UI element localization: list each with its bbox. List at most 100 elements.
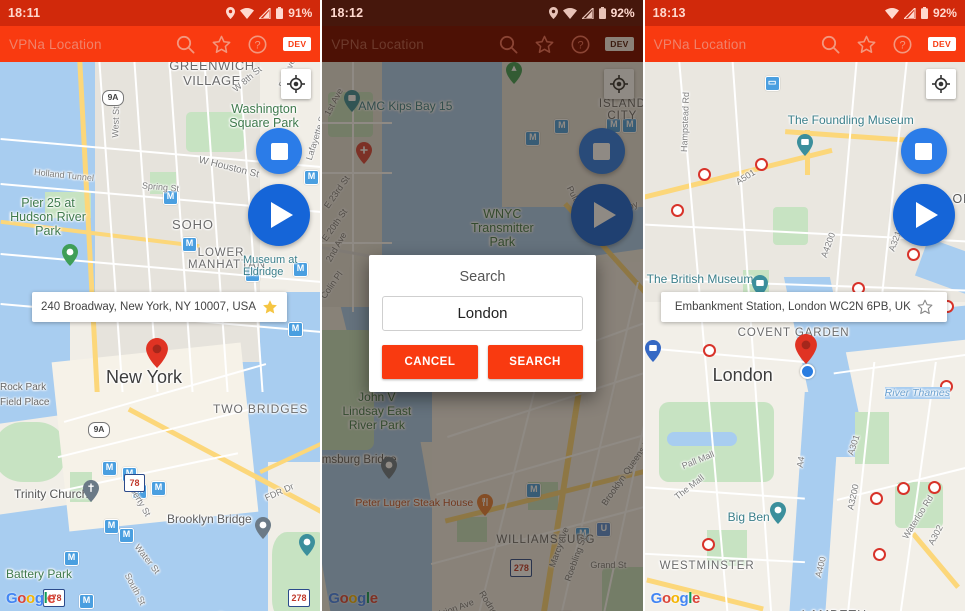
my-location-button[interactable] [281,69,312,99]
search-input[interactable] [382,296,583,331]
signal-icon [581,7,594,19]
signal-icon [903,7,916,19]
tube-station-icon [872,548,886,561]
app-bar: VPNa Location ? DEV [322,26,643,62]
panel-london: 18:13 92% VPNa Location ? DEV ▭ The Foun… [642,0,965,611]
status-time: 18:12 [330,6,364,20]
status-bar: 18:11 91% [0,0,321,26]
tube-station-icon [939,380,953,393]
location-pin-icon [548,7,558,19]
google-attribution: Google [650,590,701,607]
status-time: 18:11 [8,6,41,20]
help-icon[interactable]: ? [569,33,591,55]
star-filled-icon[interactable] [262,299,278,315]
current-location-dot [799,364,815,379]
dialog-title: Search [459,269,506,285]
church-pin-icon [83,480,99,502]
dev-badge[interactable]: DEV [282,37,312,51]
star-icon[interactable] [211,33,233,55]
dev-badge[interactable]: DEV [605,37,634,51]
subway-marker: M [102,461,117,476]
subway-marker: M [245,267,260,282]
play-button[interactable] [248,184,311,246]
status-bar: 18:13 92% [644,0,965,26]
address-text: 240 Broadway, New York, NY 10007, USA [41,301,257,313]
highway-shield: 9A [88,422,110,438]
search-icon[interactable] [497,33,519,55]
location-marker-icon [146,338,168,368]
google-attribution: Google [6,590,56,607]
subway-marker: M [288,322,303,337]
battery-percent: 91% [288,6,313,20]
highway-shield: 9A [102,90,124,106]
tube-station-icon [754,158,768,171]
search-icon[interactable] [175,33,197,55]
subway-marker: M [64,551,79,566]
map-canvas[interactable]: ▭ The Foundling Museum The British Museu… [644,62,965,611]
location-pin-icon [226,7,236,19]
help-icon[interactable]: ? [892,33,914,55]
search-icon[interactable] [820,33,842,55]
svg-text:?: ? [900,39,906,51]
help-icon[interactable]: ? [247,33,269,55]
star-outline-icon[interactable] [917,299,933,315]
wifi-icon [562,7,577,19]
address-text: Embankment Station, London WC2N 6PB, UK [674,301,911,313]
my-location-button[interactable] [925,69,956,99]
address-bar[interactable]: 240 Broadway, New York, NY 10007, USA [32,292,288,322]
battery-percent: 92% [610,6,635,20]
svg-text:?: ? [255,39,261,51]
subway-marker: M [304,170,319,185]
panel-search-dialog: 18:12 92% VPNa Location ? DEV Search Lon… [320,0,643,611]
dev-badge[interactable]: DEV [927,37,956,51]
address-bar[interactable]: Embankment Station, London WC2N 6PB, UK [660,292,947,322]
attraction-pin-icon [299,534,315,556]
star-icon[interactable] [533,33,555,55]
battery-icon [920,7,928,19]
highway-shield: 278 [288,589,310,607]
location-marker-icon [794,334,817,364]
wifi-icon [240,7,255,19]
highway-shield: 78 [124,474,145,492]
stop-icon [915,142,933,160]
battery-percent: 92% [932,6,957,20]
subway-marker: M [151,481,166,496]
signal-icon [259,7,271,19]
play-icon [915,202,938,228]
cancel-button[interactable]: CANCEL [382,345,478,379]
svg-text:?: ? [577,39,583,51]
rail-marker: ▭ [764,76,780,91]
status-time: 18:13 [652,6,686,20]
subway-marker: M [182,237,197,252]
tube-station-icon [697,168,711,181]
station-pin-icon [644,340,661,362]
status-icons: 91% [226,6,312,20]
subway-marker: M [104,519,119,534]
stop-button[interactable] [900,128,947,174]
subway-marker: M [293,262,308,277]
map-canvas[interactable]: M M M M M M U M M M AMC Kips Bay 15 LIC … [322,62,643,611]
tube-station-icon [906,248,920,261]
crosshair-icon [931,75,950,93]
stop-button[interactable] [256,128,303,174]
screenshot-root: 18:11 91% VPNa Location ? DEV M M M M M … [0,0,965,611]
app-bar-actions: ? DEV [820,33,956,55]
battery-icon [598,7,606,19]
play-button[interactable] [892,184,955,246]
app-bar: VPNa Location ? DEV [644,26,965,62]
tube-station-icon [896,482,910,495]
status-icons: 92% [548,6,635,20]
crosshair-icon [287,75,306,93]
wifi-icon [884,7,899,19]
subway-marker: M [163,190,178,205]
map-canvas[interactable]: M M M M M M M M M M M M M M M M M M GREE… [0,62,321,611]
star-icon[interactable] [856,33,878,55]
museum-pin-icon [796,134,813,156]
status-bar: 18:12 92% [322,0,643,26]
subway-marker: M [79,594,94,609]
subway-marker: M [119,528,134,543]
tube-station-icon [702,344,716,357]
tube-station-icon [701,538,715,551]
tube-station-icon [869,492,883,505]
search-button[interactable]: SEARCH [487,345,583,379]
